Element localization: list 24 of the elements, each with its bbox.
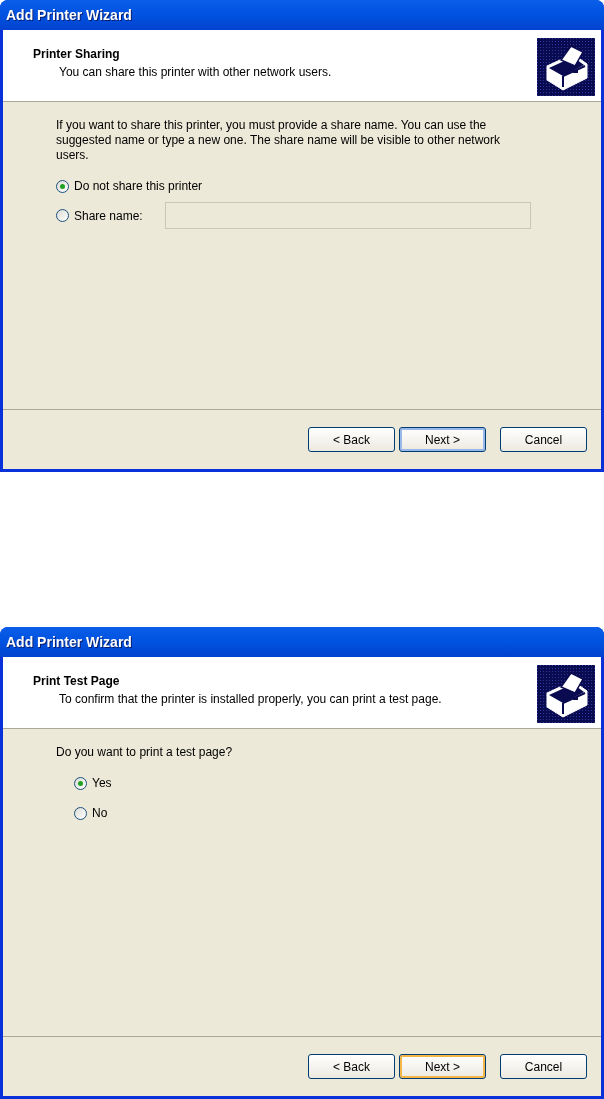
wizard-button[interactable]: Cancel <box>500 1054 587 1079</box>
radio-button[interactable] <box>56 209 69 222</box>
page-subtitle: You can share this printer with other network users. <box>58 64 332 81</box>
option-label[interactable]: Do not share this printer <box>74 177 203 195</box>
page-subtitle: To confirm that the printer is installed properly, you can print a test page. <box>58 691 442 708</box>
option-label[interactable]: No <box>92 804 108 822</box>
window-title: Add Printer Wizard <box>6 5 132 25</box>
intro-text: If you want to share this printer, you must provide a share name. You can use the suggested name or type a new one. The share name will be visible to other network users. <box>56 118 502 163</box>
option-label[interactable]: Share name: <box>74 206 143 225</box>
wizard-button[interactable]: < Back <box>308 1054 395 1079</box>
printer-icon <box>537 665 595 723</box>
page-heading: Print Test Page <box>33 673 121 690</box>
option-label[interactable]: Yes <box>92 774 112 792</box>
radio-button[interactable] <box>56 179 69 193</box>
wizard-button[interactable]: Next > <box>399 427 486 452</box>
wizard-button[interactable]: Cancel <box>500 427 587 452</box>
printer-icon <box>537 38 595 96</box>
wizard-button[interactable]: Next > <box>399 1054 486 1079</box>
radio-button[interactable] <box>74 806 87 820</box>
intro-text: Do you want to print a test page? <box>56 745 234 760</box>
radio-button[interactable] <box>74 776 87 790</box>
wizard-button[interactable]: < Back <box>308 427 395 452</box>
window-title: Add Printer Wizard <box>6 632 132 652</box>
page-heading: Printer Sharing <box>33 46 121 63</box>
